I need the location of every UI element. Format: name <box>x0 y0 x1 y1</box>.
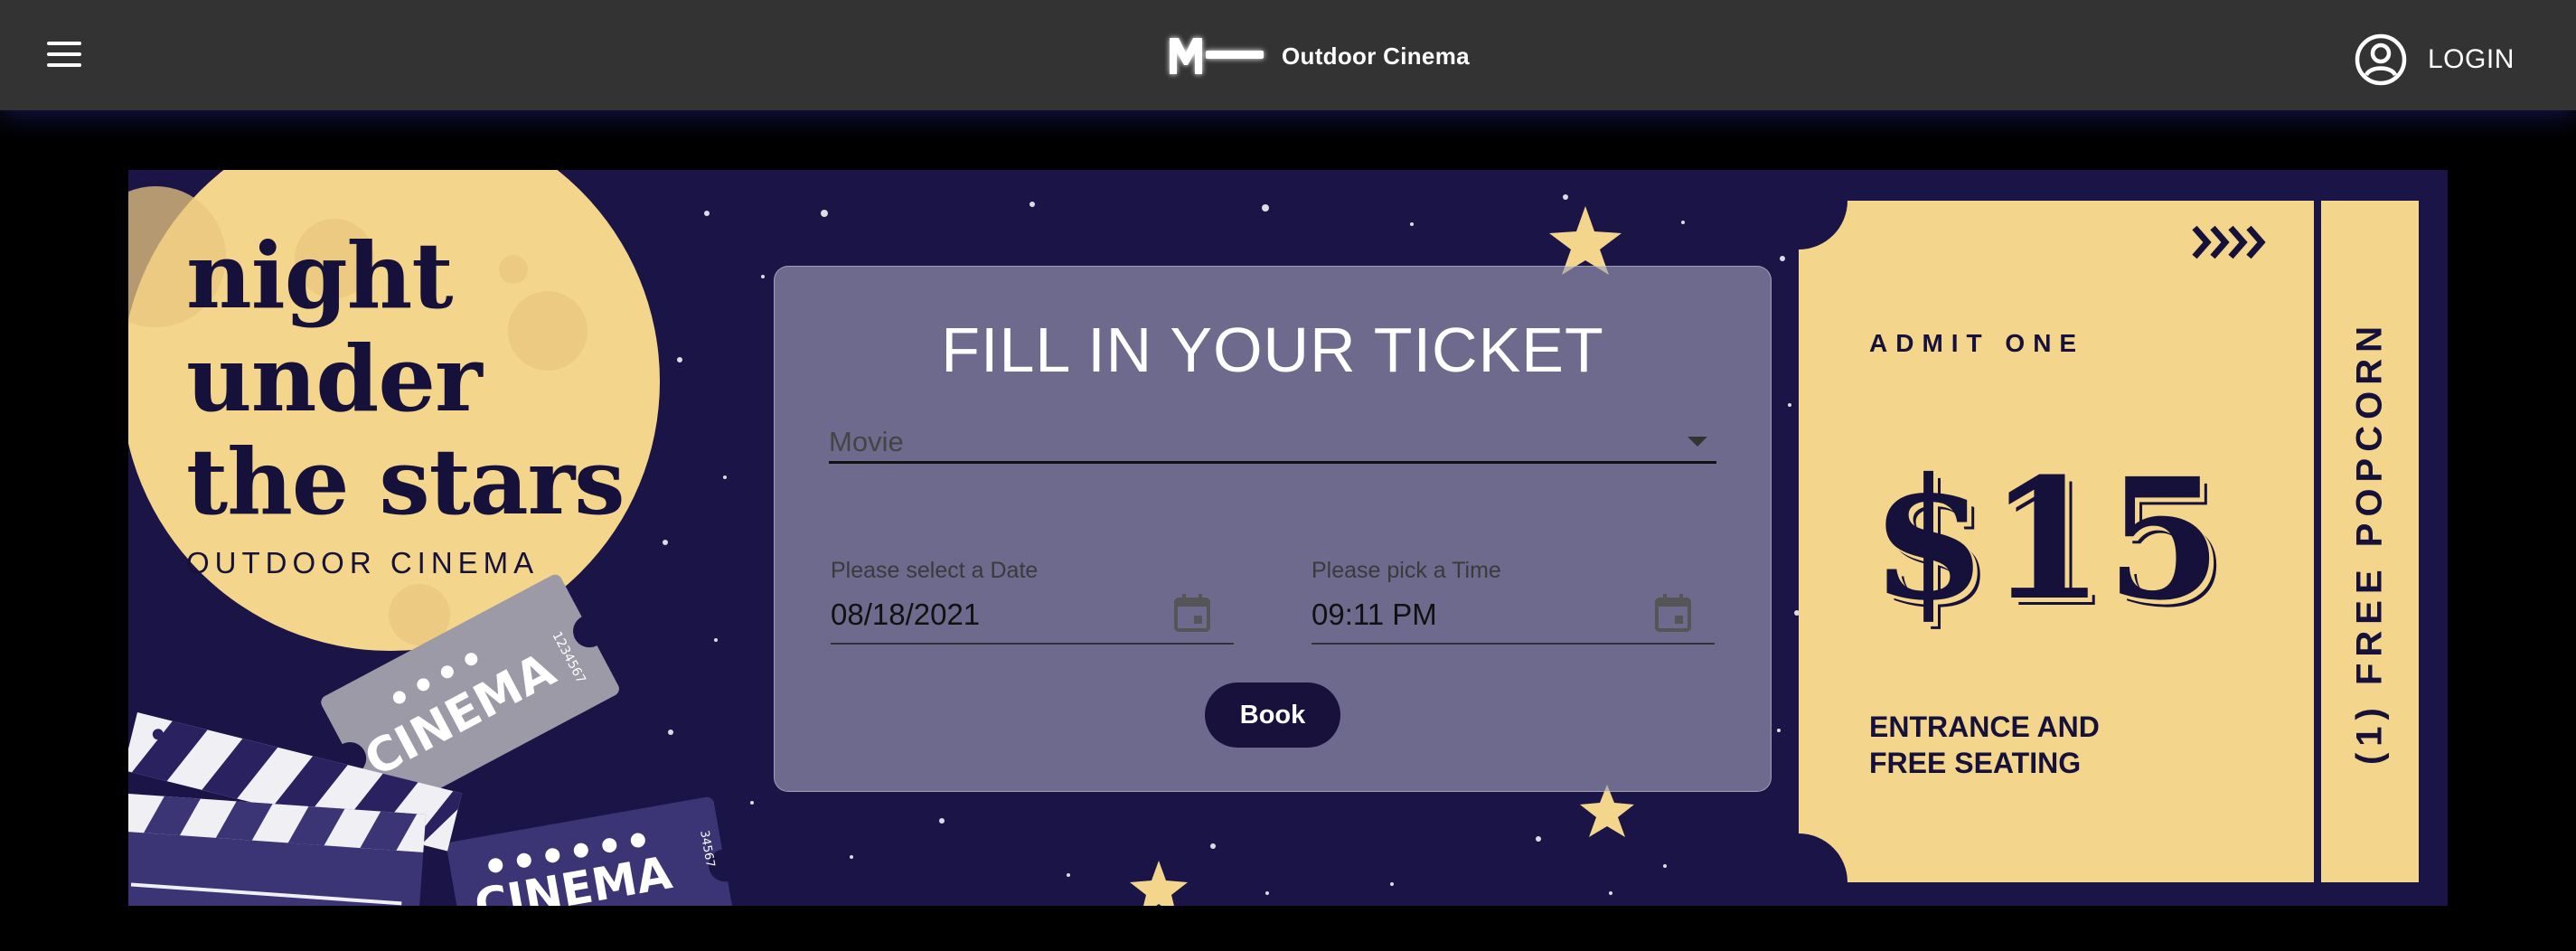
hamburger-menu-icon[interactable] <box>47 42 83 71</box>
entrance-line-2: FREE SEATING <box>1869 747 2082 779</box>
brand-logo-icon <box>1170 38 1264 74</box>
time-field-value[interactable]: 09:11 PM <box>1312 598 1437 632</box>
login-label: LOGIN <box>2428 44 2515 74</box>
title-line-1: night <box>186 222 454 329</box>
admit-one-text: ADMIT ONE <box>1869 329 2085 357</box>
ticket-stub: (1) FREE POPCORN <box>2321 201 2419 882</box>
free-popcorn-text: (1) FREE POPCORN <box>2349 319 2390 766</box>
book-button[interactable]: Book <box>1205 683 1340 748</box>
time-field[interactable]: Please pick a Time 09:11 PM <box>1312 558 1715 645</box>
brand-home-link[interactable]: Outdoor Cinema <box>1164 33 1470 80</box>
entrance-line-1: ENTRANCE AND <box>1869 711 2100 743</box>
title-line-2: under <box>186 325 483 432</box>
hero-banner: CINEMA 1234567 CINEMA 34567 night under … <box>128 170 2448 906</box>
date-field-label: Please select a Date <box>831 558 1039 583</box>
date-field[interactable]: Please select a Date 08/18/2021 <box>831 558 1234 645</box>
account-circle-icon <box>2355 33 2407 86</box>
calendar-icon[interactable] <box>1174 594 1210 632</box>
top-app-bar: Outdoor Cinema LOGIN <box>0 0 2576 110</box>
dropdown-arrow-icon <box>1688 437 1707 447</box>
date-field-value[interactable]: 08/18/2021 <box>831 598 980 632</box>
movie-select-label: Movie <box>829 426 904 457</box>
time-field-label: Please pick a Time <box>1312 558 1501 583</box>
brand-name: Outdoor Cinema <box>1282 42 1470 70</box>
banner-subtitle: OUTDOOR CINEMA <box>186 546 540 579</box>
calendar-icon[interactable] <box>1655 594 1691 632</box>
movie-select[interactable]: Movie <box>829 417 1716 464</box>
admission-ticket: ADMIT ONE $15 ENTRANCE AND FREE SEATING <box>1799 201 2321 882</box>
form-title: FILL IN YOUR TICKET <box>941 315 1604 385</box>
entrance-text: ENTRANCE AND FREE SEATING <box>1869 709 2100 781</box>
banner-title: night under the stars <box>186 224 625 533</box>
title-line-3: the stars <box>186 428 625 535</box>
login-button[interactable]: LOGIN <box>2354 33 2515 87</box>
ticket-price: $15 <box>1871 442 2224 637</box>
ticket-form-panel: FILL IN YOUR TICKET Movie Please select … <box>774 266 1772 792</box>
